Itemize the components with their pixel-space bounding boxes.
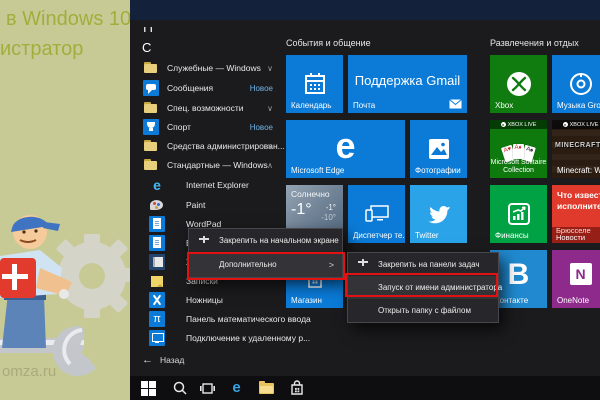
mascot-illustration bbox=[0, 198, 130, 378]
folder-icon bbox=[143, 100, 159, 116]
vk-letter-icon: B bbox=[508, 258, 530, 292]
sticky-note-icon bbox=[149, 273, 165, 289]
document-icon bbox=[149, 216, 165, 232]
taskbar: e bbox=[130, 376, 600, 400]
tutorial-side-image: в Windows 10 · истратор bbox=[0, 0, 130, 400]
folder-icon bbox=[143, 60, 159, 76]
folder-icon bbox=[143, 138, 159, 154]
menu-item-open-file-location[interactable]: Открыть папку с файлом bbox=[348, 299, 498, 322]
tile-group-header-2: Развлечения и отдых bbox=[490, 38, 579, 48]
menu-item-pin-to-start[interactable]: Закрепить на начальном экране bbox=[189, 229, 342, 253]
app-item-messaging[interactable]: Сообщения Новое bbox=[130, 79, 286, 98]
tile-calendar[interactable]: Календарь bbox=[286, 55, 343, 113]
tile-group-header-1: События и общение bbox=[286, 38, 371, 48]
chevron-up-icon[interactable]: ∧ bbox=[267, 156, 273, 175]
annotation-box-run-as-admin bbox=[345, 273, 498, 297]
palette-icon bbox=[149, 197, 165, 213]
pin-icon bbox=[198, 236, 209, 247]
desktop-background bbox=[130, 0, 600, 20]
new-badge: Новое bbox=[250, 79, 273, 98]
folder-icon bbox=[143, 157, 159, 173]
news-ticker: Брюсселе Новости bbox=[552, 227, 600, 243]
onenote-icon: N bbox=[570, 263, 592, 285]
chevron-down-icon[interactable]: ∨ bbox=[267, 59, 273, 78]
journal-icon bbox=[149, 254, 165, 270]
app-item-sport[interactable]: Спорт Новое bbox=[130, 118, 286, 137]
tile-news[interactable]: Что известн исполнител Брюсселе Новости bbox=[552, 185, 600, 243]
math-input-icon: π bbox=[149, 311, 165, 327]
section-letter[interactable]: С bbox=[142, 40, 151, 55]
tile-groove-music[interactable]: Музыка Groove bbox=[552, 55, 600, 113]
edge-icon: e bbox=[335, 125, 355, 167]
tile-microsoft-edge[interactable]: e Microsoft Edge bbox=[286, 120, 405, 178]
app-item-math-input[interactable]: π Панель математического ввода bbox=[130, 310, 286, 329]
back-button[interactable]: ← Назад bbox=[130, 350, 286, 370]
app-item-internet-explorer[interactable]: e Internet Explorer bbox=[130, 176, 286, 195]
chevron-down-icon[interactable]: ∨ bbox=[267, 99, 273, 118]
tile-phone-companion[interactable]: Диспетчер те... bbox=[348, 185, 405, 243]
edge-taskbar-icon[interactable]: e bbox=[228, 380, 245, 396]
mail-headline: Поддержка Gmail bbox=[348, 73, 467, 88]
app-item-remote-desktop[interactable]: Подключение к удаленному р... bbox=[130, 329, 286, 348]
tile-mail[interactable]: Поддержка Gmail Почта bbox=[348, 55, 467, 113]
file-explorer-icon[interactable] bbox=[258, 380, 275, 396]
tile-minecraft[interactable]: xXBOX LIVE MINECRAFT Minecraft: W bbox=[552, 120, 600, 178]
partial-section-letter: П bbox=[143, 27, 159, 36]
annotation-box-more bbox=[187, 252, 345, 280]
chevron-down-icon[interactable]: ∨ bbox=[267, 137, 273, 156]
xbox-live-banner: xXBOX LIVE bbox=[490, 120, 547, 129]
app-item-admin-tools[interactable]: Средства администрирован... ∨ bbox=[130, 137, 286, 156]
remote-desktop-icon bbox=[149, 330, 165, 346]
back-arrow-icon: ← bbox=[142, 350, 153, 370]
task-view-icon[interactable] bbox=[199, 380, 216, 396]
new-badge: Новое bbox=[250, 118, 273, 137]
start-button[interactable] bbox=[140, 380, 157, 396]
tile-solitaire[interactable]: xXBOX LIVE A♥ A♠ A♦ Microsoft Solitaire … bbox=[490, 120, 547, 178]
watermark: omza.ru bbox=[2, 363, 56, 380]
search-icon[interactable] bbox=[171, 380, 188, 396]
app-item-accessories[interactable]: Стандартные — Windows ∧ bbox=[130, 156, 286, 175]
tile-xbox[interactable]: Xbox bbox=[490, 55, 547, 113]
tile-onenote[interactable]: N OneNote bbox=[552, 250, 600, 308]
minecraft-logo: MINECRAFT bbox=[555, 142, 600, 149]
app-item-snipping-tool[interactable]: Ножницы bbox=[130, 291, 286, 310]
tutorial-title-line1: в Windows 10 · bbox=[6, 8, 130, 31]
xbox-live-banner: xXBOX LIVE bbox=[552, 120, 600, 129]
app-item-windows-system[interactable]: Служебные — Windows ∨ bbox=[130, 59, 286, 78]
notepad-icon bbox=[149, 235, 165, 251]
trophy-icon bbox=[143, 119, 159, 135]
ie-icon: e bbox=[149, 177, 165, 193]
tile-photos[interactable]: Фотографии bbox=[410, 120, 467, 178]
screenshot-root: в Windows 10 · истратор bbox=[0, 0, 600, 400]
app-item-paint[interactable]: Paint bbox=[130, 196, 286, 215]
message-icon bbox=[143, 80, 159, 96]
app-item-ease-of-access[interactable]: Спец. возможности ∨ bbox=[130, 99, 286, 118]
pin-icon bbox=[357, 259, 368, 270]
mail-icon bbox=[449, 99, 462, 109]
tutorial-title-line2: истратор bbox=[0, 38, 83, 61]
tile-twitter[interactable]: Twitter bbox=[410, 185, 467, 243]
store-taskbar-icon[interactable] bbox=[288, 380, 305, 396]
tile-finance[interactable]: Финансы bbox=[490, 185, 547, 243]
scissors-icon bbox=[149, 292, 165, 308]
